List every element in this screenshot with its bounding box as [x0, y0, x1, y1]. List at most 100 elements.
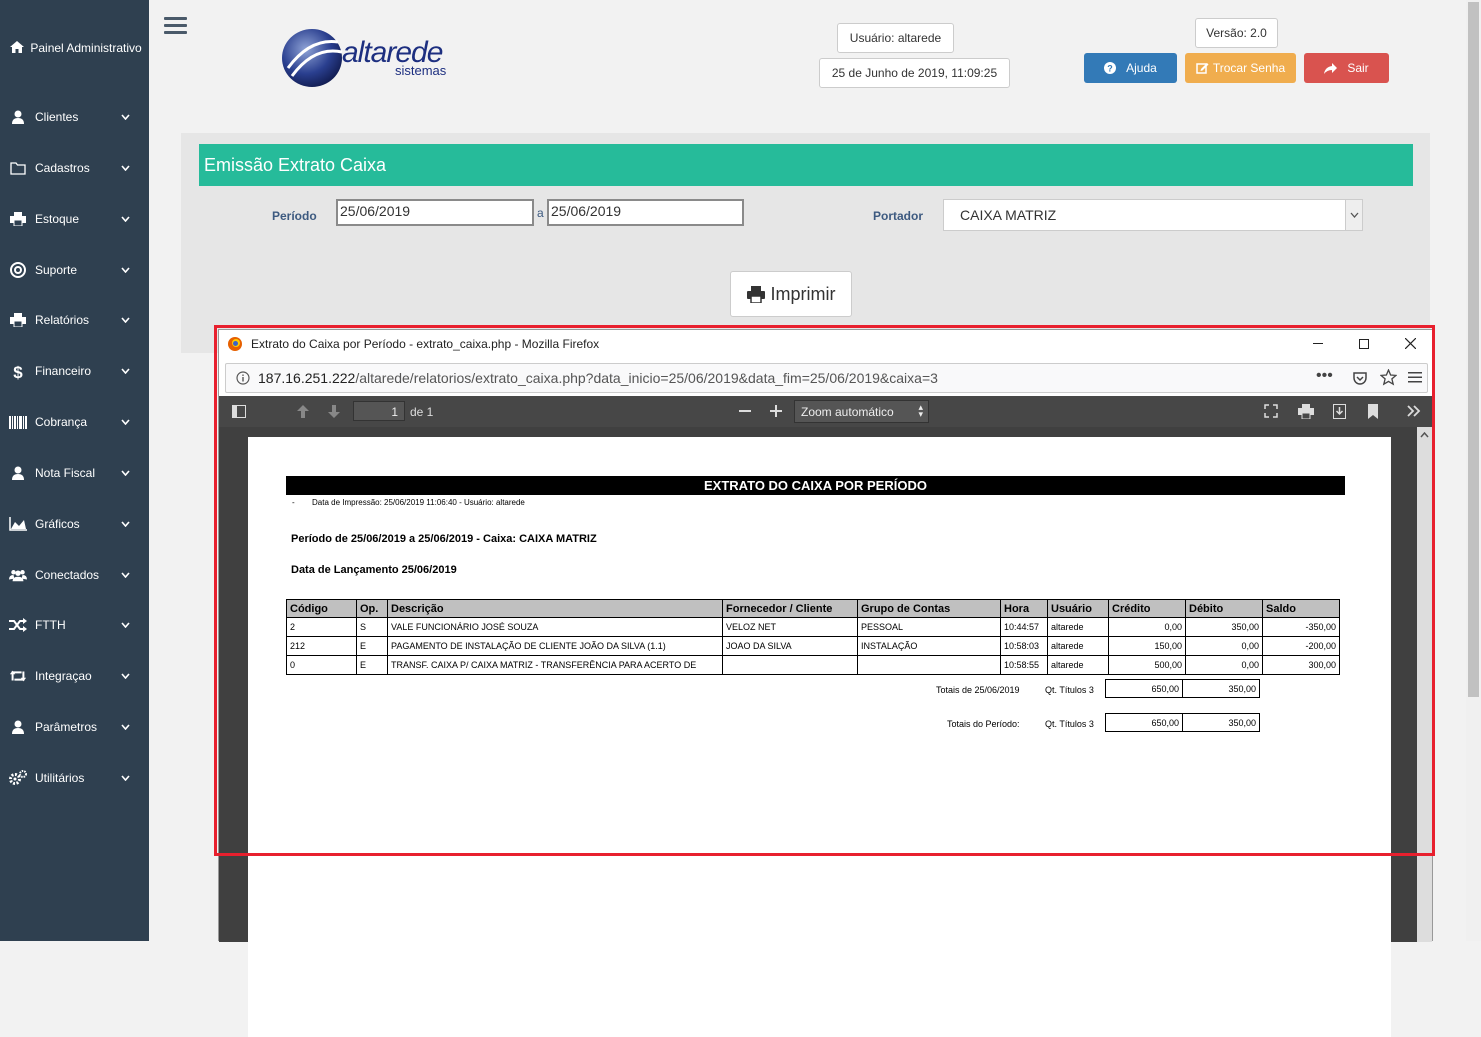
datetime-label: 25 de Junho de 2019, 11:09:25: [819, 58, 1010, 88]
table-cell: PAGAMENTO DE INSTALAÇÃO DE CLIENTE JOÃO …: [387, 636, 723, 656]
barcode-icon: [9, 414, 27, 430]
scrollbar[interactable]: [1417, 427, 1432, 942]
sidebar-item-label: Clientes: [35, 110, 79, 124]
sidebar-item-label: Cobrança: [35, 415, 88, 429]
chevron-down-icon: [121, 572, 131, 578]
day-credit-total: 650,00: [1105, 679, 1183, 698]
sidebar-item-label: FTTH: [35, 618, 66, 632]
sidebar-item-cobranca[interactable]: Cobrança: [0, 405, 149, 439]
chevron-down-icon: [121, 114, 131, 120]
download-icon[interactable]: [1333, 404, 1346, 419]
retweet-icon: [9, 668, 27, 684]
chevron-down-icon: [121, 317, 131, 323]
chevron-down-icon: [121, 622, 131, 628]
column-header: Grupo de Contas: [857, 599, 1001, 618]
report-table: Código Op. Descrição Fornecedor / Cliente Gr…: [286, 599, 1340, 675]
url-bar[interactable]: 187.16.251.222/altarede/relatorios/extra…: [225, 363, 1428, 393]
report-bullet: -: [292, 498, 295, 507]
chevron-down-icon: [121, 673, 131, 679]
window-title: Extrato do Caixa por Período - extrato_c…: [251, 336, 600, 351]
edit-icon: [1196, 63, 1209, 74]
change-password-button[interactable]: Trocar Senha: [1185, 53, 1296, 83]
zoom-select[interactable]: Zoom automático ▴ ▾: [794, 400, 929, 423]
more-icon[interactable]: •••: [1316, 367, 1333, 385]
chevron-down-icon: [121, 521, 131, 527]
portador-select[interactable]: CAIXA MATRIZ: [943, 199, 1363, 231]
column-header: Crédito: [1108, 599, 1186, 618]
table-cell: INSTALAÇÃO: [857, 636, 1001, 656]
sidebar-item-suporte[interactable]: Suporte: [0, 253, 149, 287]
bookmark-star-icon[interactable]: [1380, 369, 1397, 386]
sidebar-item-cadastros[interactable]: Cadastros: [0, 151, 149, 185]
chevron-down-icon: [121, 724, 131, 730]
table-cell: E: [356, 636, 388, 656]
sidebar: Painel Administrativo Clientes Cadastros E…: [0, 0, 149, 941]
print-icon: [9, 211, 27, 227]
column-header: Hora: [1000, 599, 1048, 618]
sidebar-item-label: Suporte: [35, 263, 78, 277]
print-info: Data de Impressão: 25/06/2019 11:06:40 -…: [312, 498, 525, 507]
period-label: Período: [272, 209, 317, 223]
cogs-icon: [9, 770, 27, 786]
table-cell: 0,00: [1185, 655, 1263, 675]
launch-date: Data de Lançamento 25/06/2019: [291, 564, 457, 576]
sidebar-item-parametros[interactable]: Parâmetros: [0, 710, 149, 744]
sidebar-item-nota-fiscal[interactable]: Nota Fiscal: [0, 456, 149, 490]
table-cell: VALE FUNCIONÁRIO JOSÉ SOUZA: [387, 617, 723, 637]
sidebar-item-estoque[interactable]: Estoque: [0, 202, 149, 236]
sidebar-item-ftth[interactable]: FTTH: [0, 608, 149, 642]
user-label: Usuário: altarede: [837, 23, 954, 53]
sidebar-item-graficos[interactable]: Gráficos: [0, 507, 149, 541]
report-title: EXTRATO DO CAIXA POR PERÍODO: [286, 476, 1345, 495]
table-cell: -350,00: [1262, 617, 1340, 637]
sidebar-item-conectados[interactable]: Conectados: [0, 558, 149, 592]
user-icon: [9, 719, 27, 735]
page-scrollbar[interactable]: [1466, 0, 1481, 941]
logout-button[interactable]: Sair: [1304, 53, 1389, 83]
page-number-input[interactable]: 1: [353, 401, 405, 421]
pocket-icon[interactable]: [1352, 370, 1368, 386]
date-separator: a: [537, 206, 544, 220]
sidebar-item-clientes[interactable]: Clientes: [0, 100, 149, 134]
share-icon: [1324, 62, 1338, 74]
arrow-up-icon[interactable]: [296, 404, 310, 419]
table-cell: -200,00: [1262, 636, 1340, 656]
table-row: 2 S VALE FUNCIONÁRIO JOSÉ SOUZA VELOZ NET PE…: [286, 617, 1340, 637]
menu-toggle-icon[interactable]: [164, 17, 187, 37]
sidebar-item-financeiro[interactable]: $ Financeiro: [0, 354, 149, 388]
tools-chevron-icon[interactable]: [1407, 405, 1421, 417]
table-cell: 350,00: [1185, 617, 1263, 637]
date-end-input[interactable]: 25/06/2019: [547, 199, 744, 226]
period-debit-total: 350,00: [1182, 713, 1260, 732]
sidebar-toggle-icon[interactable]: [232, 405, 246, 418]
help-button[interactable]: ? Ajuda: [1084, 53, 1177, 83]
zoom-out-icon[interactable]: [739, 410, 751, 412]
date-start-input[interactable]: 25/06/2019: [336, 199, 534, 226]
random-icon: [9, 617, 27, 633]
table-row: 0 E TRANSF. CAIXA P/ CAIXA MATRIZ - TRANSF…: [286, 655, 1340, 675]
pdf-viewer: EXTRATO DO CAIXA POR PERÍODO - Data de I…: [219, 427, 1432, 1037]
day-total-label: Totais de 25/06/2019: [936, 685, 1020, 695]
print-button[interactable]: Imprimir: [730, 271, 852, 317]
hamburger-menu-icon[interactable]: [1408, 371, 1422, 383]
zoom-in-icon[interactable]: [770, 405, 782, 417]
bookmark-icon[interactable]: [1368, 404, 1378, 419]
minimize-icon[interactable]: [1295, 330, 1341, 357]
sidebar-item-painel[interactable]: Painel Administrativo: [9, 40, 144, 57]
printer-icon: [746, 285, 765, 303]
print-icon[interactable]: [1298, 404, 1314, 419]
sidebar-item-utilitarios[interactable]: Utilitários: [0, 761, 149, 795]
sidebar-item-relatorios[interactable]: Relatórios: [0, 303, 149, 337]
page-scroll-thumb[interactable]: [1468, 2, 1479, 697]
change-password-label: Trocar Senha: [1212, 61, 1286, 75]
column-header: Op.: [356, 599, 388, 618]
table-cell: altarede: [1047, 636, 1109, 656]
column-header: Fornecedor / Cliente: [722, 599, 858, 618]
sidebar-item-integracao[interactable]: Integraçao: [0, 659, 149, 693]
close-icon[interactable]: [1387, 330, 1433, 357]
users-icon: [9, 567, 27, 583]
maximize-icon[interactable]: [1341, 330, 1387, 357]
fullscreen-icon[interactable]: [1264, 404, 1278, 418]
column-header: Usuário: [1047, 599, 1109, 618]
arrow-down-icon[interactable]: [327, 404, 341, 419]
